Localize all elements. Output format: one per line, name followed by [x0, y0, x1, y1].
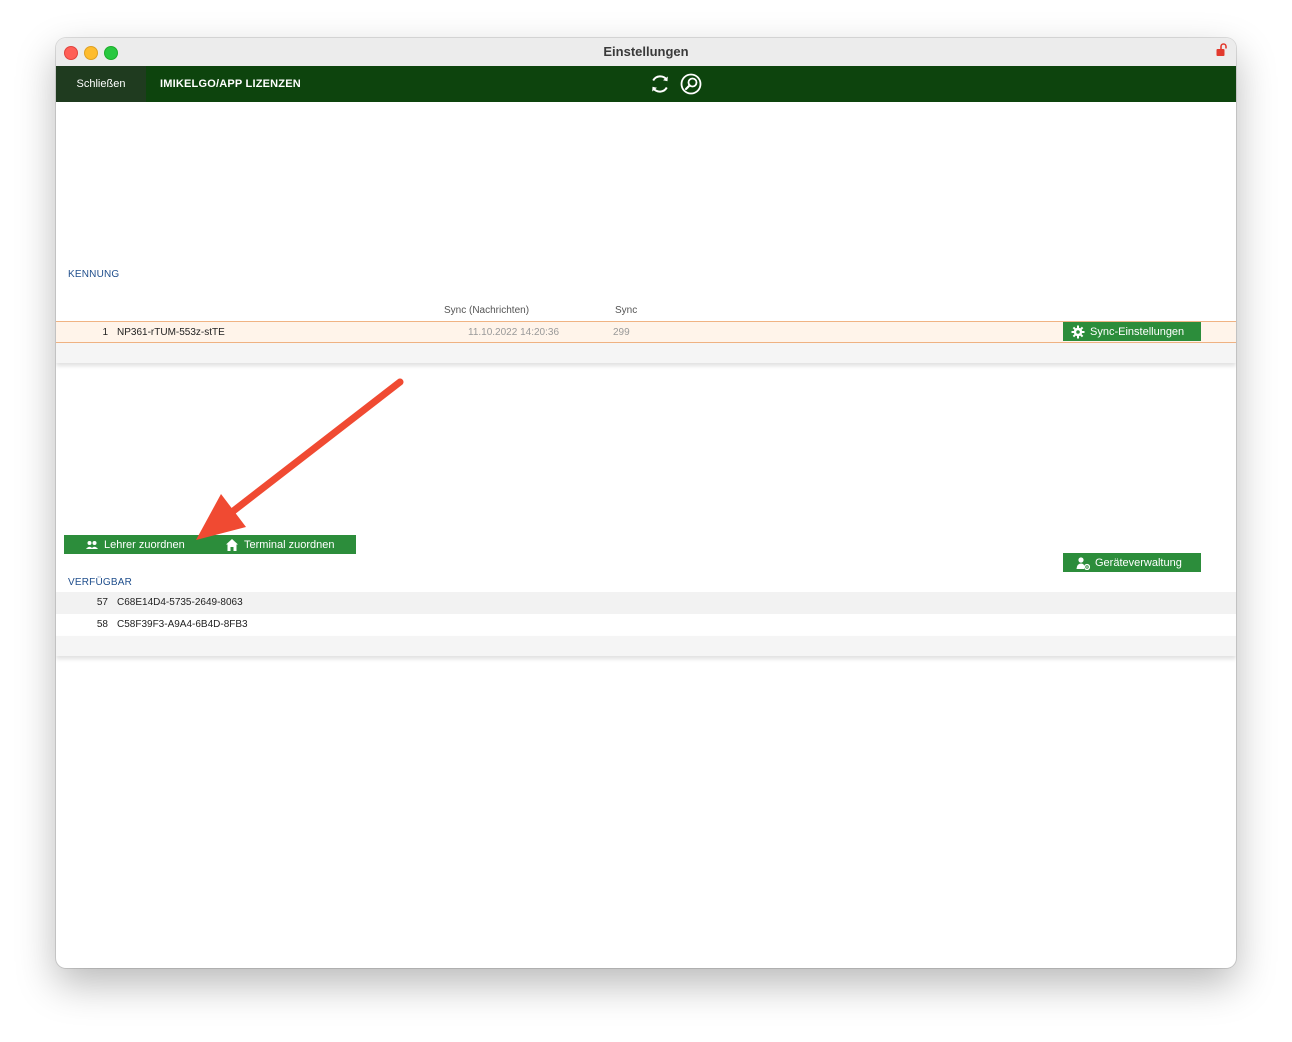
sync-icon[interactable] [649, 73, 671, 95]
device-management-label: Geräteverwaltung [1095, 556, 1182, 569]
licenses-tab[interactable]: IMIKELGO/APP LIZENZEN [160, 66, 301, 102]
toolbar: Schließen IMIKELGO/APP LIZENZEN [56, 66, 1236, 102]
assign-teacher-label: Lehrer zuordnen [104, 538, 185, 551]
available-list-footer [56, 636, 1236, 656]
kennung-row[interactable]: 1 NP361-rTUM-553z-stTE 11.10.2022 14:20:… [56, 321, 1236, 343]
title-bar: Einstellungen [56, 38, 1236, 67]
row-number: 1 [102, 327, 108, 338]
sync-settings-label: Sync-Einstellungen [1090, 325, 1185, 338]
settings-window: Einstellungen Schließen IMIKELGO/APP LIZ… [56, 38, 1236, 968]
sync-settings-button[interactable]: Sync-Einstellungen [1063, 322, 1201, 341]
sync-value: 299 [613, 327, 630, 338]
assign-terminal-button[interactable]: Terminal zuordnen [225, 538, 335, 552]
sync-column-header: Sync [615, 305, 638, 316]
assign-button-group: Lehrer zuordnen Terminal zuordnen [64, 535, 356, 554]
available-row[interactable]: 58 C58F39F3-A9A4-6B4D-8FB3 [56, 614, 1236, 636]
sync-messages-value: 11.10.2022 14:20:36 [468, 327, 560, 338]
row-number: 57 [96, 597, 108, 608]
device-id: NP361-rTUM-553z-stTE [117, 327, 225, 338]
people-icon [86, 540, 98, 549]
device-id: C68E14D4-5735-2649-8063 [117, 597, 243, 608]
device-id: C58F39F3-A9A4-6B4D-8FB3 [117, 619, 248, 630]
unlocked-lock-icon[interactable] [1216, 43, 1228, 57]
device-management-button[interactable]: Geräteverwaltung [1063, 553, 1201, 572]
search-icon[interactable] [680, 73, 702, 95]
gear-icon [1071, 325, 1085, 338]
available-row[interactable]: 57 C68E14D4-5735-2649-8063 [56, 592, 1236, 614]
sync-messages-column-header: Sync (Nachrichten) [444, 305, 530, 316]
close-button[interactable]: Schließen [56, 66, 146, 102]
assign-terminal-label: Terminal zuordnen [244, 538, 335, 551]
kennung-section-label: KENNUNG [68, 269, 120, 280]
kennung-list-footer [56, 343, 1236, 363]
home-icon [226, 538, 238, 551]
row-number: 58 [96, 619, 108, 630]
window-title: Einstellungen [603, 44, 689, 59]
user-settings-icon [1076, 556, 1090, 570]
assign-teacher-button[interactable]: Lehrer zuordnen [64, 538, 225, 552]
verfuegbar-section-label: VERFÜGBAR [68, 577, 133, 588]
